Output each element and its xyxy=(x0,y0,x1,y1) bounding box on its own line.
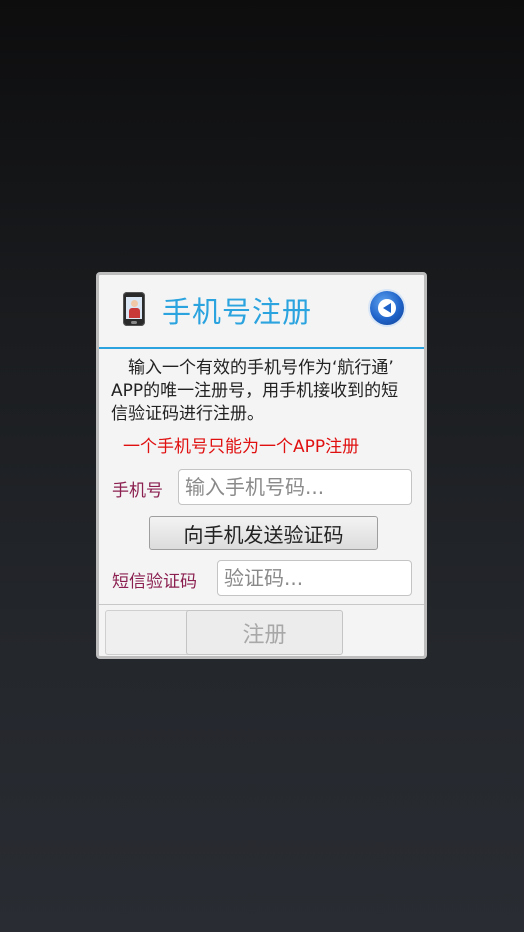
dialog-title: 手机号注册 xyxy=(162,295,313,329)
title-divider xyxy=(99,347,424,349)
warning-text: 一个手机号只能为一个APP注册 xyxy=(123,437,360,457)
description-text: 输入一个有效的手机号作为‘航行通’ APP的唯一注册号，用手机接收到的短信验证码… xyxy=(111,358,399,424)
sms-code-label: 短信验证码 xyxy=(112,572,197,592)
footer-left-button xyxy=(105,610,195,655)
phone-app-icon xyxy=(123,292,145,326)
footer-divider xyxy=(99,604,424,605)
sms-code-input[interactable] xyxy=(217,560,412,596)
back-button[interactable] xyxy=(370,291,404,325)
register-button[interactable]: 注册 xyxy=(186,610,343,655)
phone-input[interactable] xyxy=(178,469,412,505)
dialog-titlebar: 手机号注册 xyxy=(99,275,424,347)
back-arrow-icon xyxy=(378,299,396,317)
phone-label: 手机号 xyxy=(112,481,163,501)
send-code-button[interactable]: 向手机发送验证码 xyxy=(149,516,378,550)
register-dialog: 手机号注册 输入一个有效的手机号作为‘航行通’ APP的唯一注册号，用手机接收到… xyxy=(96,272,427,659)
phone-screen xyxy=(126,297,142,319)
